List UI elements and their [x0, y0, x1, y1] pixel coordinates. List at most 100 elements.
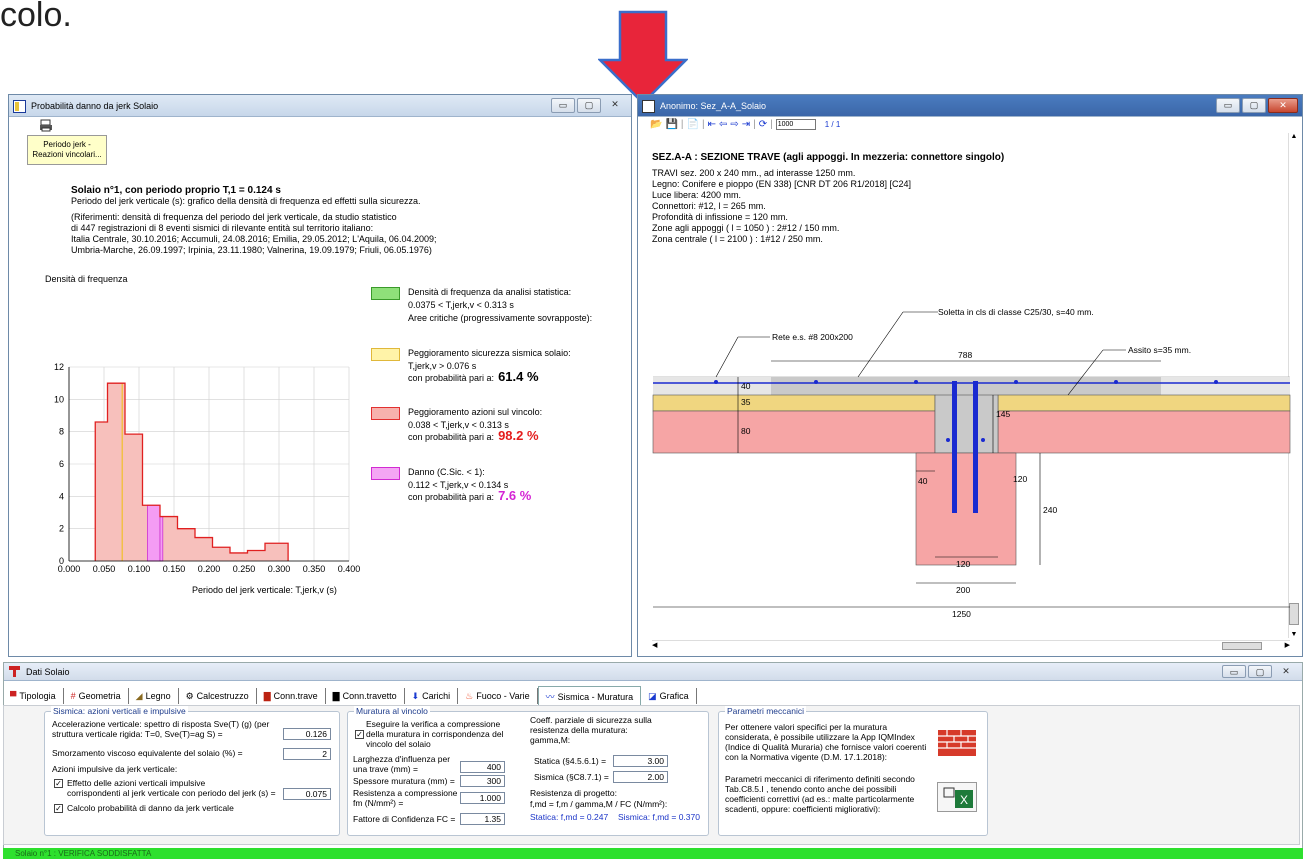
horizontal-scrollbar[interactable]: ◀ ▶	[652, 640, 1290, 650]
iqm-info-line: considerata, è possibile utilizzare la A…	[725, 732, 915, 742]
legend-text: con probabilità pari a: 61.4 %	[408, 369, 539, 384]
section-window-title: Anonimo: Sez_A-A_Solaio	[660, 101, 767, 111]
tab-grafica[interactable]: ◪ Grafica	[641, 688, 697, 704]
jerk-histogram-chart: 0.000 0.050 0.100 0.150 0.200 0.250 0.300 0.350…	[54, 362, 360, 574]
dim-788: 788	[958, 350, 972, 360]
dim-240: 240	[1043, 505, 1057, 515]
period-jerk-button-line1: Periodo jerk -	[43, 140, 91, 149]
width-field[interactable]: 400	[460, 761, 505, 773]
verify-label: Eseguire la verifica a compressione	[366, 719, 501, 729]
acc-label: struttura verticale rigida: T=0, Sve(T)=…	[52, 729, 223, 739]
refresh-icon[interactable]: ⟳	[759, 119, 767, 130]
group-muratura: Muratura al vincolo Eseguire la verifica…	[347, 706, 709, 836]
close-button[interactable]: ✕	[1274, 665, 1298, 678]
print-icon[interactable]	[39, 119, 53, 134]
geometria-icon: #	[70, 691, 76, 701]
legend-text: Aree critiche (progressivamente sovrappo…	[408, 313, 593, 323]
next-page-icon[interactable]: ⇨	[730, 119, 738, 130]
jerk-window-titlebar[interactable]: Probabilità danno da jerk Solaio ▭ ▢ ✕	[9, 95, 631, 117]
iqm-app-button[interactable]	[937, 724, 977, 760]
y-tick-label: 4	[59, 491, 64, 501]
acc-label: Accelerazione verticale: spettro di risp…	[52, 719, 270, 729]
minimize-button[interactable]: ▭	[1222, 665, 1246, 678]
tab-calcestruzzo[interactable]: ⚙ Calcestruzzo	[179, 688, 257, 704]
brick-wall-icon	[938, 730, 976, 756]
legend-text: Peggioramento sicurezza sismica solaio:	[408, 348, 571, 358]
group-title: Parametri meccanici	[725, 706, 806, 716]
section-window-titlebar[interactable]: Anonimo: Sez_A-A_Solaio ▭ ▢ ✕	[638, 95, 1302, 117]
tab-geometria[interactable]: # Geometria	[64, 688, 129, 704]
group-title: Sismica: azioni verticali e impulsive	[51, 706, 188, 716]
static-field[interactable]: 3.00	[613, 755, 668, 767]
tab-conn-trave[interactable]: ▇ Conn.trave	[257, 688, 326, 704]
acc-field[interactable]: 0.126	[283, 728, 331, 740]
coef-label: Coeff. parziale di sicurezza sulla	[530, 715, 652, 725]
legend-swatch	[371, 407, 400, 420]
minimize-button[interactable]: ▭	[1216, 98, 1240, 113]
maximize-button[interactable]: ▢	[1248, 665, 1272, 678]
tab-sismica-muratura[interactable]: 〰 Sismica - Muratura	[537, 686, 642, 706]
excel-table-button[interactable]: X	[937, 782, 977, 812]
tab-label: Legno	[145, 691, 171, 701]
jerk-probability-window: Probabilità danno da jerk Solaio ▭ ▢ ✕ P…	[8, 94, 632, 657]
y-tick-label: 0	[59, 556, 64, 566]
x-tick-label: 0.100	[128, 564, 151, 574]
histogram-bar	[247, 550, 265, 561]
width-label: una trave (mm) =	[353, 764, 418, 774]
zoom-field[interactable]: 1000	[775, 119, 816, 130]
floor-data-titlebar[interactable]: Dati Solaio ▭ ▢ ✕	[4, 663, 1302, 681]
section-line: TRAVI sez. 200 x 240 mm., ad interasse 1…	[652, 168, 856, 178]
resistance-field[interactable]: 1.000	[460, 792, 505, 804]
tab-tipologia[interactable]: ▀ Tipologia	[3, 688, 64, 704]
parameters-info-line: scadenti, oppure: coefficienti migliorat…	[725, 804, 881, 814]
coef-label: gamma,M:	[530, 735, 571, 745]
verify-label: vincolo del solaio	[366, 739, 431, 749]
report-subheading: Periodo del jerk verticale (s): grafico …	[71, 196, 421, 206]
save-icon[interactable]: 💾	[665, 119, 677, 130]
parameters-info-line: Tab.C8.5.I , tenendo conto anche dei pos…	[725, 784, 897, 794]
legend-swatch	[371, 467, 400, 480]
calcestruzzo-icon: ⚙	[185, 690, 194, 701]
thickness-field[interactable]: 300	[460, 775, 505, 787]
histogram-bar	[212, 547, 230, 561]
report-heading: Solaio n°1, con periodo proprio T,1 = 0.…	[71, 185, 281, 196]
histogram-bar	[177, 528, 195, 561]
confidence-label: Fattore di Confidenza FC =	[353, 814, 456, 824]
tab-label: Conn.trave	[273, 691, 318, 701]
last-page-icon[interactable]: ⇥	[742, 119, 750, 130]
tab-fuoco[interactable]: ♨ Fuoco - Varie	[458, 688, 538, 704]
open-folder-icon[interactable]: 📂	[650, 119, 662, 130]
previous-page-icon[interactable]: ⇦	[719, 119, 727, 130]
verify-compression-checkbox[interactable]: ✓	[355, 730, 364, 739]
coef-label: resistenza della muratura:	[530, 725, 628, 735]
damping-field[interactable]: 2	[283, 748, 331, 760]
tab-carichi[interactable]: ⬇ Carichi	[405, 688, 459, 704]
first-page-icon[interactable]: ⇤	[708, 119, 716, 130]
section-title: SEZ.A-A : SEZIONE TRAVE (agli appoggi. I…	[652, 152, 1005, 163]
damage-area-bar	[159, 516, 164, 562]
seismic-field[interactable]: 2.00	[613, 771, 668, 783]
reference-line: Umbria-Marche, 26.09.1997; Irpinia, 23.1…	[71, 245, 432, 255]
static-label: Statica (§4.5.6.1) =	[534, 756, 607, 766]
impulsive-effect-checkbox[interactable]: ✓	[54, 779, 63, 788]
minimize-button[interactable]: ▭	[551, 98, 575, 113]
maximize-button[interactable]: ▢	[577, 98, 601, 113]
tab-conn-travetto[interactable]: ▇ Conn.travetto	[326, 688, 405, 704]
y-tick-label: 2	[59, 524, 64, 534]
copy-icon[interactable]: 📄	[687, 119, 699, 130]
iqm-info-line: (Indice di Qualità Muraria) che fornisce…	[725, 742, 927, 752]
maximize-button[interactable]: ▢	[1242, 98, 1266, 113]
period-jerk-button[interactable]: Periodo jerk - Reazioni vincolari...	[27, 135, 107, 165]
resistance-label: fm (N/mm²) =	[353, 798, 404, 808]
confidence-field[interactable]: 1.35	[460, 813, 505, 825]
section-drawing-window: Anonimo: Sez_A-A_Solaio ▭ ▢ ✕ 📂 💾 | 📄 | …	[637, 94, 1303, 657]
histogram-bar	[265, 543, 289, 561]
close-button[interactable]: ✕	[603, 98, 627, 113]
section-line: Profondità di infissione = 120 mm.	[652, 212, 788, 222]
chart-ylabel: Densità di frequenza	[45, 274, 128, 284]
close-button[interactable]: ✕	[1268, 98, 1298, 113]
jerk-period-field[interactable]: 0.075	[283, 788, 331, 800]
tab-legno[interactable]: ◢ Legno	[129, 688, 179, 704]
legend-text: con probabilità pari a: 7.6 %	[408, 488, 532, 503]
damage-probability-checkbox[interactable]: ✓	[54, 804, 63, 813]
